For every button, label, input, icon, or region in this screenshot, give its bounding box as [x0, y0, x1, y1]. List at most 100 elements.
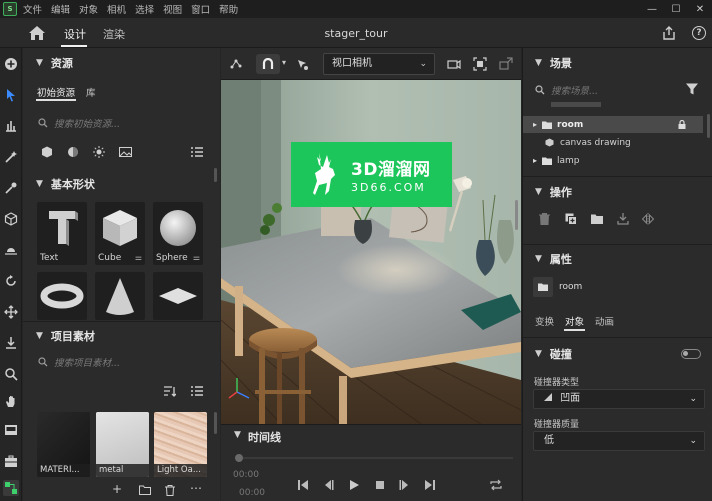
menu-help[interactable]: 帮助 — [219, 2, 238, 16]
tab-library[interactable]: 库 — [86, 85, 96, 99]
sort-icon[interactable] — [164, 385, 177, 397]
filter-icon[interactable] — [686, 83, 698, 95]
menu-edit[interactable]: 编辑 — [51, 2, 70, 16]
shape-card-text[interactable]: Text — [37, 202, 87, 265]
light-icon[interactable] — [3, 242, 19, 258]
folder-icon[interactable] — [139, 485, 151, 495]
select-arrow-icon[interactable] — [3, 87, 19, 103]
node-edit-icon[interactable] — [295, 57, 309, 71]
timeline-track[interactable] — [243, 457, 513, 459]
scene-item-canvas-drawing[interactable]: canvas drawing — [523, 134, 703, 151]
tab-transform[interactable]: 变换 — [535, 314, 554, 328]
shapes-filter-icon[interactable] — [41, 146, 53, 158]
camera-add-icon[interactable] — [447, 57, 461, 71]
eyedropper-icon[interactable] — [3, 180, 19, 196]
camera-export-icon[interactable] — [499, 57, 513, 71]
menu-object[interactable]: 对象 — [79, 2, 98, 16]
menu-window[interactable]: 窗口 — [191, 2, 210, 16]
minimize-button[interactable]: — — [640, 0, 664, 18]
share-icon[interactable] — [662, 26, 676, 40]
materials-filter-icon[interactable] — [67, 146, 79, 158]
lock-icon[interactable] — [678, 120, 686, 129]
tab-object[interactable]: 对象 — [565, 314, 584, 328]
scene-item-lamp[interactable]: ▸ lamp — [523, 152, 703, 169]
collider-type-select[interactable]: 凹面 ⌄ — [533, 389, 705, 409]
group-folder-icon[interactable] — [591, 214, 603, 224]
project-scrollbar[interactable] — [214, 412, 217, 434]
shape-card-sphere[interactable]: Sphere ⚌ — [153, 202, 203, 265]
collider-quality-select[interactable]: 低 ⌄ — [533, 431, 705, 451]
actions-header[interactable]: ▼ 操作 — [523, 179, 712, 205]
material-card-metal[interactable]: metal — [96, 412, 149, 477]
material-card-light-oak[interactable]: Light Oa... — [154, 412, 207, 477]
project-search[interactable]: 搜索项目素材... — [23, 351, 220, 373]
scene-item-room[interactable]: ▸ room — [523, 116, 703, 133]
add-icon[interactable] — [3, 56, 19, 72]
shape-card-plane[interactable] — [153, 272, 203, 320]
trash-icon[interactable] — [539, 213, 550, 225]
shape-card-torus[interactable] — [37, 272, 87, 320]
chevron-right-icon[interactable]: ▸ — [533, 156, 537, 165]
timeline-playhead[interactable] — [235, 454, 243, 462]
shape-card-cone[interactable] — [95, 272, 145, 320]
chevron-down-icon[interactable]: ▾ — [282, 58, 286, 67]
collision-toggle[interactable] — [681, 349, 701, 359]
properties-header[interactable]: ▼ 属性 — [523, 246, 712, 272]
camera-select[interactable]: 视口相机 ⌄ — [323, 53, 435, 75]
maximize-button[interactable]: ☐ — [664, 0, 688, 18]
play-icon[interactable] — [348, 479, 360, 491]
scene-search[interactable]: 搜索场景... — [523, 78, 712, 102]
close-button[interactable]: ✕ — [688, 0, 712, 18]
viewport-scrollbar[interactable] — [515, 200, 518, 230]
graph-icon[interactable] — [229, 57, 243, 71]
snap-magnet-button[interactable] — [256, 54, 280, 74]
shape-card-cube[interactable]: Cube ⚌ — [95, 202, 145, 265]
help-icon[interactable]: ? — [692, 26, 706, 40]
project-assets-header[interactable]: ▼ 项目素材 — [23, 323, 220, 349]
drop-to-floor-icon[interactable] — [3, 335, 19, 351]
graph-nodes-icon[interactable] — [3, 480, 19, 496]
tab-starter-assets[interactable]: 初始资源 — [37, 85, 75, 99]
menu-camera[interactable]: 相机 — [107, 2, 126, 16]
move-icon[interactable] — [3, 304, 19, 320]
skip-to-start-icon[interactable] — [297, 479, 309, 491]
assets-scrollbar[interactable] — [214, 168, 217, 182]
zoom-icon[interactable] — [3, 366, 19, 382]
material-card-default[interactable]: MATERI... — [37, 412, 90, 477]
add-icon[interactable]: + — [112, 482, 122, 496]
assets-header[interactable]: ▼ 资源 — [23, 50, 220, 76]
duplicate-icon[interactable] — [565, 213, 577, 225]
menu-select[interactable]: 选择 — [135, 2, 154, 16]
inbox-icon[interactable] — [3, 422, 19, 438]
place-tool-icon[interactable] — [3, 118, 19, 134]
cube-outline-icon[interactable] — [3, 211, 19, 227]
trash-icon[interactable] — [165, 485, 175, 496]
mirror-icon[interactable] — [641, 213, 655, 225]
scene-header[interactable]: ▼ 场景 — [523, 50, 712, 76]
list-view-icon[interactable] — [191, 146, 203, 158]
basic-shapes-header[interactable]: ▼ 基本形状 — [23, 171, 220, 197]
loop-icon[interactable] — [489, 479, 503, 491]
images-filter-icon[interactable] — [119, 146, 132, 158]
menu-file[interactable]: 文件 — [23, 2, 42, 16]
tab-animation[interactable]: 动画 — [595, 314, 614, 328]
rotate-icon[interactable] — [3, 273, 19, 289]
step-back-icon[interactable] — [322, 479, 334, 491]
magic-wand-icon[interactable] — [3, 149, 19, 165]
pan-hand-icon[interactable] — [3, 393, 19, 409]
step-forward-icon[interactable] — [399, 479, 411, 491]
stop-icon[interactable] — [374, 479, 386, 491]
list-view-icon[interactable] — [191, 385, 203, 397]
assets-search[interactable]: 搜索初始资源... — [23, 112, 220, 134]
toolbox-icon[interactable] — [3, 453, 19, 469]
more-icon[interactable]: ⋯ — [190, 481, 202, 495]
adjust-icon[interactable]: ⚌ — [135, 253, 142, 262]
lights-filter-icon[interactable] — [93, 146, 105, 158]
camera-frame-icon[interactable] — [473, 57, 487, 71]
scene-scrollbar[interactable] — [707, 114, 710, 138]
chevron-right-icon[interactable]: ▸ — [533, 120, 537, 129]
skip-to-end-icon[interactable] — [424, 479, 436, 491]
menu-view[interactable]: 视图 — [163, 2, 182, 16]
drop-icon[interactable] — [617, 213, 629, 225]
adjust-icon[interactable]: ⚌ — [193, 253, 200, 262]
